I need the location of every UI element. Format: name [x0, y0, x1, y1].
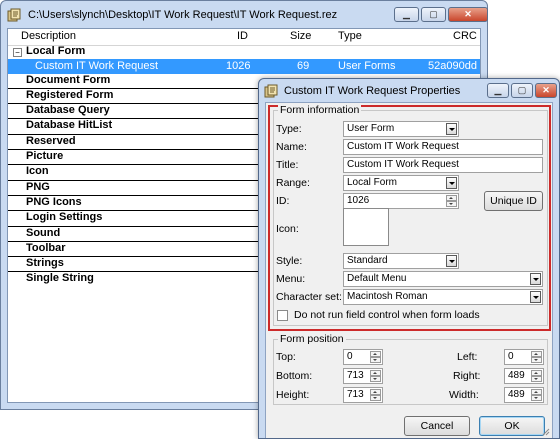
type-label: Type: — [276, 123, 302, 135]
chevron-down-icon[interactable] — [446, 255, 457, 267]
chevron-down-icon[interactable] — [446, 123, 457, 135]
id-spinner[interactable] — [446, 195, 457, 207]
spin-down-icon[interactable] — [531, 395, 542, 401]
unique-id-button[interactable]: Unique ID — [484, 191, 543, 211]
tree-item-local-form[interactable]: − Local Form — [8, 45, 480, 59]
form-position-title: Form position — [278, 333, 346, 345]
left-field[interactable]: 0 — [504, 349, 544, 365]
close-icon: ✕ — [464, 9, 472, 19]
icon-well[interactable] — [343, 208, 389, 246]
spin-down-icon[interactable] — [370, 376, 381, 382]
title-label: Title: — [276, 159, 299, 171]
maximize-button[interactable]: ▢ — [421, 7, 446, 22]
collapse-icon[interactable]: − — [13, 48, 22, 57]
dialog-title: Custom IT Work Request Properties — [284, 85, 461, 97]
minimize-icon: ▁ — [403, 9, 410, 19]
id-label: ID: — [276, 195, 290, 207]
chevron-down-icon[interactable] — [530, 273, 541, 285]
charset-label: Character set: — [276, 291, 342, 303]
range-select[interactable]: Local Form — [343, 175, 459, 191]
main-titlebar[interactable]: C:\Users\slynch\Desktop\IT Work Request\… — [1, 1, 488, 29]
type-select[interactable]: User Form — [343, 121, 459, 137]
left-spinner[interactable] — [531, 351, 542, 363]
list-header: Description ID Size Type CRC — [8, 29, 480, 46]
no-field-control-checkbox[interactable] — [277, 310, 288, 321]
id-field[interactable]: 1026 — [343, 193, 459, 209]
ok-button[interactable]: OK — [479, 416, 545, 436]
left-label: Left: — [457, 351, 478, 363]
spin-down-icon[interactable] — [531, 357, 542, 363]
bottom-label: Bottom: — [276, 370, 313, 382]
width-label: Width: — [449, 389, 479, 401]
column-header-id[interactable]: ID — [237, 30, 248, 42]
resource-id: 1026 — [226, 60, 251, 73]
resource-crc: 52a090dd — [428, 60, 477, 73]
right-label: Right: — [453, 370, 481, 382]
top-label: Top: — [276, 351, 296, 363]
spin-down-icon[interactable] — [531, 376, 542, 382]
properties-dialog: Custom IT Work Request Properties ▁ ▢ ✕ … — [258, 78, 560, 439]
width-spinner[interactable] — [531, 389, 542, 401]
top-spinner[interactable] — [370, 351, 381, 363]
right-field[interactable]: 489 — [504, 368, 544, 384]
chevron-down-icon[interactable] — [446, 177, 457, 189]
resize-grip-icon[interactable] — [540, 426, 550, 436]
resource-size: 69 — [297, 60, 310, 73]
icon-label: Icon: — [276, 223, 299, 235]
minimize-icon: ▁ — [494, 85, 502, 95]
style-select[interactable]: Standard — [343, 253, 459, 269]
column-header-type[interactable]: Type — [338, 30, 362, 42]
right-spinner[interactable] — [531, 370, 542, 382]
cancel-button[interactable]: Cancel — [404, 416, 470, 436]
title-field[interactable]: Custom IT Work Request — [343, 157, 543, 173]
menu-select[interactable]: Default Menu — [343, 271, 543, 287]
maximize-icon: ▢ — [429, 9, 438, 19]
charset-select[interactable]: Macintosh Roman — [343, 289, 543, 305]
dialog-close-button[interactable]: ✕ — [535, 83, 557, 98]
dialog-maximize-button[interactable]: ▢ — [511, 83, 533, 98]
dialog-minimize-button[interactable]: ▁ — [487, 83, 509, 98]
range-label: Range: — [276, 177, 310, 189]
name-field[interactable]: Custom IT Work Request — [343, 139, 543, 155]
bottom-field[interactable]: 713 — [343, 368, 383, 384]
minimize-button[interactable]: ▁ — [394, 7, 419, 22]
maximize-icon: ▢ — [517, 85, 527, 95]
name-label: Name: — [276, 141, 307, 153]
top-field[interactable]: 0 — [343, 349, 383, 365]
tree-item-custom-it-work-request[interactable]: Custom IT Work Request 1026 69 User Form… — [8, 59, 480, 74]
spin-down-icon[interactable] — [370, 357, 381, 363]
menu-label: Menu: — [276, 273, 306, 285]
resource-type: User Forms — [338, 60, 396, 73]
height-spinner[interactable] — [370, 389, 381, 401]
column-header-crc[interactable]: CRC — [453, 30, 477, 42]
width-field[interactable]: 489 — [504, 387, 544, 403]
close-icon: ✕ — [542, 85, 550, 95]
height-label: Height: — [276, 389, 310, 401]
close-button[interactable]: ✕ — [448, 7, 488, 22]
style-label: Style: — [276, 255, 303, 267]
dialog-body: Form information Type: User Form Name: C… — [265, 102, 553, 438]
app-icon — [7, 8, 21, 22]
height-field[interactable]: 713 — [343, 387, 383, 403]
bottom-spinner[interactable] — [370, 370, 381, 382]
chevron-down-icon[interactable] — [530, 291, 541, 303]
main-window-title: C:\Users\slynch\Desktop\IT Work Request\… — [28, 9, 338, 21]
spin-down-icon[interactable] — [446, 201, 457, 207]
resource-name: Custom IT Work Request — [35, 60, 159, 73]
no-field-control-label[interactable]: Do not run field control when form loads — [294, 309, 480, 321]
spin-down-icon[interactable] — [370, 395, 381, 401]
column-header-size[interactable]: Size — [290, 30, 311, 42]
dialog-app-icon — [264, 84, 278, 98]
form-information-title: Form information — [278, 104, 362, 116]
column-header-description[interactable]: Description — [21, 30, 76, 42]
